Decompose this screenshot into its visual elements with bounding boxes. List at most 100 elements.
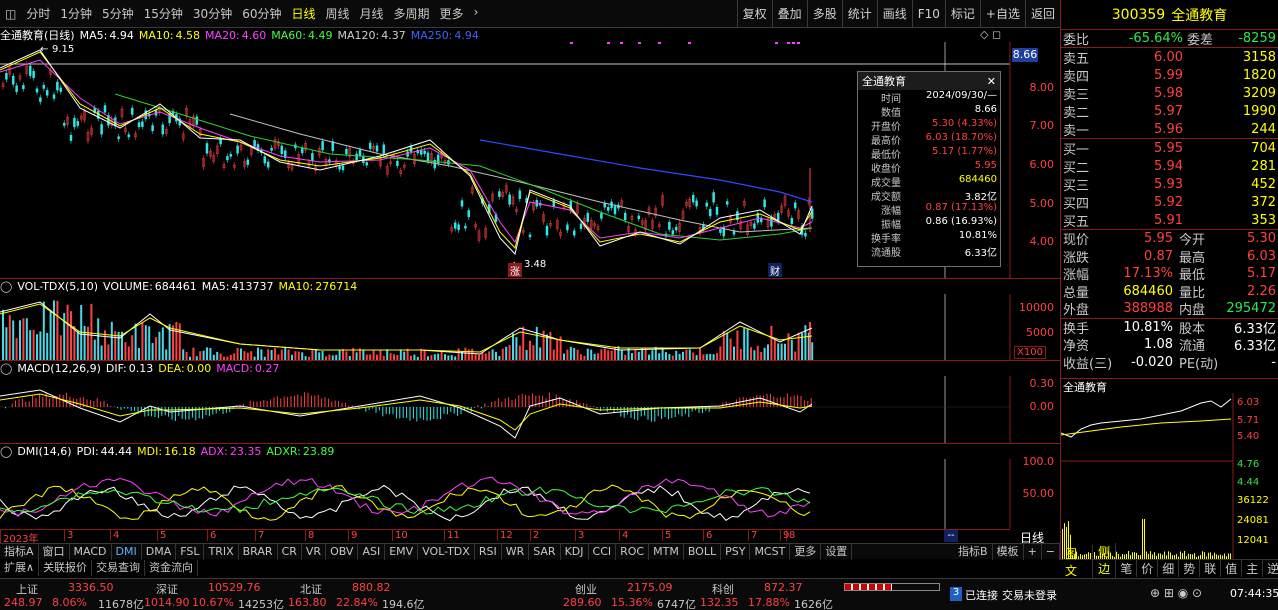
right-foot-tab[interactable]: 主 xyxy=(1242,560,1264,577)
toolbar-button[interactable]: F10 xyxy=(911,0,945,28)
indicator-tab[interactable]: MACD xyxy=(70,543,112,560)
right-foot-tab[interactable]: 细 xyxy=(1158,560,1180,577)
vol-toggle-icon[interactable]: ◯ xyxy=(0,280,12,293)
indicator-value: PDI: 44.44 xyxy=(77,445,133,458)
indicator-label: PDI: xyxy=(76,444,99,458)
indicator-tab[interactable]: VR xyxy=(302,543,327,560)
indicator-tab-right[interactable]: 指标B xyxy=(954,543,993,560)
indicator-tab[interactable]: 指标A xyxy=(0,543,39,560)
more-arrow-icon[interactable]: › xyxy=(469,5,484,22)
indicator-tab-right[interactable]: 模板 xyxy=(993,543,1024,560)
low-marker: 3.48 xyxy=(524,259,546,270)
macd-toggle-icon[interactable]: ◯ xyxy=(0,362,12,375)
index-name[interactable]: 上证 xyxy=(16,581,38,597)
right-foot-tab[interactable]: 逆 xyxy=(1263,560,1278,577)
volume-bar xyxy=(603,348,606,360)
indicator-tab[interactable]: MTM xyxy=(649,543,684,560)
toolbar-button[interactable]: +自选 xyxy=(979,0,1025,28)
indicator-tab[interactable]: 窗口 xyxy=(39,543,70,560)
dmi-toggle-icon[interactable]: ◯ xyxy=(0,445,12,458)
indicator-value: MA250: 4.94 xyxy=(411,29,479,42)
period-tab[interactable]: 月线 xyxy=(355,5,389,22)
volume-bar xyxy=(399,349,402,360)
toolbar-button[interactable]: 多股 xyxy=(806,0,842,28)
window-menu-icon[interactable]: ◫ xyxy=(0,7,21,21)
data-tooltip: 全通教育 ✕ 时间 2024/09/30/— 数值 8.66 开盘价 5.30 (4.33… xyxy=(857,71,1001,267)
toolbar-button[interactable]: 标记 xyxy=(944,0,980,28)
period-tab[interactable]: 1分钟 xyxy=(55,5,97,22)
indicator-tab[interactable]: FSL xyxy=(176,543,205,560)
period-tab[interactable]: 30分钟 xyxy=(188,5,237,22)
indicator-tab[interactable]: PSY xyxy=(721,543,751,560)
indicator-tab[interactable]: MCST xyxy=(750,543,791,560)
volume-bar xyxy=(240,348,242,360)
indicator-tab[interactable]: SAR xyxy=(529,543,561,560)
indicator-tab-right[interactable]: − xyxy=(1042,543,1060,560)
extension-tab[interactable]: 扩展∧ xyxy=(0,560,40,576)
volume-bar xyxy=(83,325,86,360)
candle-body xyxy=(141,121,144,127)
extension-tab[interactable]: 交易查询 xyxy=(92,560,146,576)
index-name[interactable]: 深证 xyxy=(156,581,178,597)
date-label: 9 xyxy=(780,530,789,541)
close-icon[interactable]: ✕ xyxy=(987,75,1000,88)
period-tab[interactable]: 分时 xyxy=(21,5,55,22)
indicator-label: MDI: xyxy=(137,444,163,458)
indicator-tab[interactable]: KDJ xyxy=(561,543,589,560)
volume-bar xyxy=(508,344,511,360)
badge-zhang[interactable]: 涨 xyxy=(508,263,522,278)
right-foot-tab[interactable]: 势 xyxy=(1179,560,1201,577)
toolbar-button[interactable]: 叠加 xyxy=(771,0,807,28)
candle-body xyxy=(528,234,532,238)
connection-status[interactable]: 已连接 xyxy=(965,587,998,603)
status-icons[interactable]: ⊕ ⊞ ◉ ⊙ xyxy=(1150,586,1202,600)
right-foot-tab[interactable]: 价 xyxy=(1137,560,1159,577)
volume-bar xyxy=(556,339,559,360)
panel-controls[interactable]: ◇ ◻ xyxy=(980,28,1001,41)
indicator-tab[interactable]: RSI xyxy=(475,543,502,560)
indicator-tab[interactable]: CCI xyxy=(589,543,617,560)
indicator-tab[interactable]: BOLL xyxy=(684,543,722,560)
toolbar-button[interactable]: 复权 xyxy=(736,0,772,28)
indicator-tab[interactable]: EMV xyxy=(385,543,419,560)
period-tab[interactable]: 15分钟 xyxy=(139,5,188,22)
indicator-tab[interactable]: OBV xyxy=(326,543,359,560)
period-tab[interactable]: 更多 xyxy=(435,5,469,22)
indicator-tab[interactable]: ASI xyxy=(358,543,386,560)
indicator-tab[interactable]: BRAR xyxy=(239,543,278,560)
right-foot-tab[interactable]: 联 xyxy=(1200,560,1222,577)
indicator-tab[interactable]: DMI xyxy=(112,543,142,560)
badge-cai[interactable]: 财 xyxy=(768,263,782,278)
period-tab[interactable]: 日线 xyxy=(286,5,320,22)
index-name[interactable]: 科创 xyxy=(712,581,734,597)
extension-tab[interactable]: 资金流向 xyxy=(145,560,199,576)
right-foot-tab[interactable]: 笔 xyxy=(1116,560,1138,577)
indicator-tab[interactable]: DMA xyxy=(142,543,177,560)
indicator-tab[interactable]: 更多 xyxy=(790,543,822,560)
indicator-tab[interactable]: 设置 xyxy=(821,543,853,560)
book-price: 5.94 xyxy=(1154,158,1183,174)
candle-body xyxy=(42,84,46,89)
period-tab[interactable]: 60分钟 xyxy=(237,5,286,22)
indicator-label: DIF: xyxy=(105,361,127,375)
right-foot-tab[interactable]: 值 xyxy=(1221,560,1243,577)
period-tab[interactable]: 周线 xyxy=(321,5,355,22)
period-tab[interactable]: 多周期 xyxy=(389,5,435,22)
indicator-tab[interactable]: WR xyxy=(502,543,530,560)
indicator-tab[interactable]: CR xyxy=(278,543,302,560)
extension-tab[interactable]: 关联报价 xyxy=(39,560,93,576)
indicator-number: 4.60 xyxy=(241,28,267,42)
indicator-tab-right[interactable]: + xyxy=(1024,543,1042,560)
index-name[interactable]: 创业 xyxy=(575,581,597,597)
toolbar-button[interactable]: 返回 xyxy=(1024,0,1060,28)
period-tab[interactable]: 5分钟 xyxy=(97,5,139,22)
indicator-tab[interactable]: TRIX xyxy=(204,543,239,560)
trade-status[interactable]: 交易未登录 xyxy=(1002,587,1057,603)
indicator-tab[interactable]: ROC xyxy=(616,543,650,560)
indicator-tab[interactable]: VOL-TDX xyxy=(418,543,475,560)
toolbar-button[interactable]: 画线 xyxy=(876,0,912,28)
toolbar-button[interactable]: 统计 xyxy=(841,0,877,28)
index-name[interactable]: 北证 xyxy=(300,581,322,597)
volume-bar xyxy=(532,345,535,360)
volume-bar xyxy=(464,347,467,360)
